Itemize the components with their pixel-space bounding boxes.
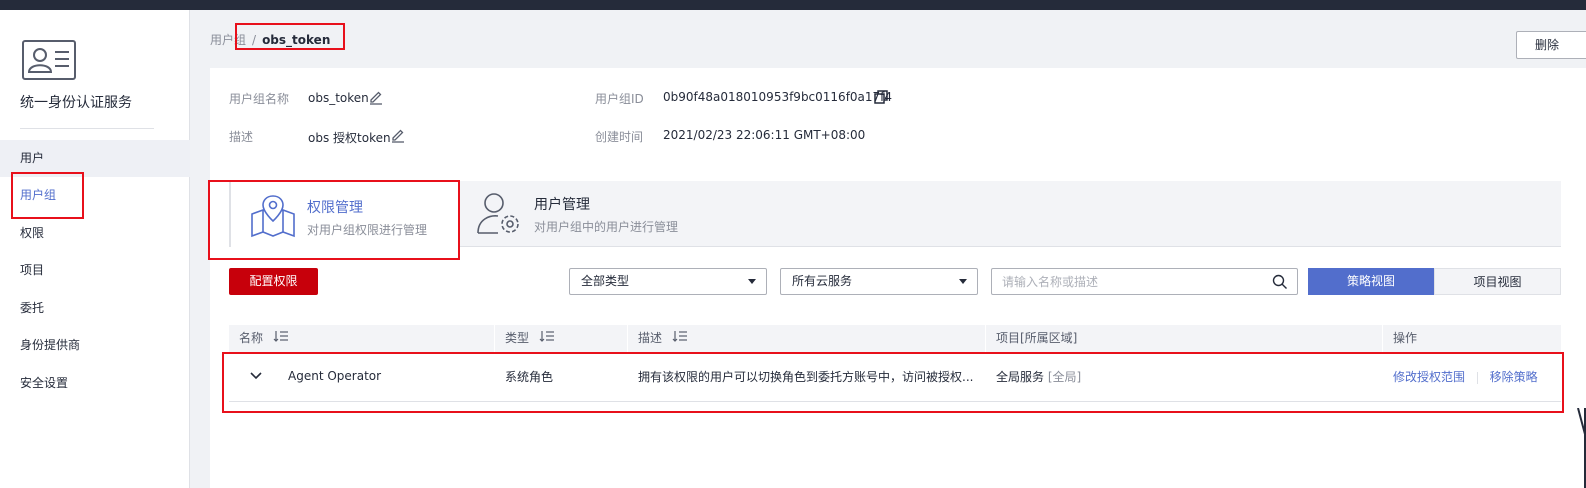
chevron-down-icon [748, 279, 756, 284]
sort-icon[interactable] [539, 325, 555, 352]
sidebar-item-user-groups[interactable]: 用户组 [0, 177, 190, 214]
breadcrumb-parent[interactable]: 用户组 [210, 33, 246, 47]
remove-policy-link[interactable]: 移除策略 [1490, 370, 1538, 384]
tab-user-title: 用户管理 [534, 197, 590, 213]
tab-permission-subtitle: 对用户组权限进行管理 [307, 223, 428, 237]
edit-description-icon[interactable] [390, 127, 406, 146]
column-type-label: 类型 [505, 331, 530, 345]
copy-icon[interactable] [873, 89, 889, 108]
tab-user-management[interactable]: 用户管理 对用户组中的用户进行管理 [459, 181, 699, 247]
service-select-value: 所有云服务 [792, 274, 853, 288]
tabs-bar: 权限管理 对用户组权限进行管理 用户管理 对用户组中的用户进行管理 [229, 181, 1561, 247]
type-select-value: 全部类型 [581, 274, 630, 288]
top-bar [0, 0, 1586, 10]
scrollbar-edge[interactable] [1566, 407, 1586, 488]
breadcrumb: 用户组 / obs_token [210, 31, 330, 48]
cell-name: Agent Operator [288, 369, 382, 383]
map-location-icon [249, 194, 297, 241]
tab-permission-management[interactable]: 权限管理 对用户组权限进行管理 [229, 181, 459, 247]
column-header-actions: 操作 [1383, 325, 1561, 352]
group-id-value: 0b90f48a018010953f9bc0116f0a17f4 [663, 90, 893, 104]
action-divider [1476, 371, 1478, 384]
sidebar-item-agencies[interactable]: 委托 [0, 290, 190, 327]
sidebar: 统一身份认证服务 用户 用户组 权限 项目 委托 身份提供商 安全设置 [0, 10, 190, 488]
project-view-button[interactable]: 项目视图 [1434, 268, 1561, 295]
sort-icon[interactable] [273, 325, 289, 352]
cell-description: 拥有该权限的用户可以切换角色到委托方账号中，访问被授权... [638, 370, 974, 384]
column-header-project: 项目[所属区域] [986, 325, 1383, 352]
table-row: Agent Operator 系统角色 拥有该权限的用户可以切换角色到委托方账号… [229, 352, 1561, 402]
group-id-label: 用户组ID [595, 92, 644, 106]
expand-chevron-icon[interactable] [249, 352, 269, 402]
created-time-label: 创建时间 [595, 130, 644, 144]
search-icon[interactable] [1272, 274, 1288, 293]
column-actions-label: 操作 [1393, 331, 1418, 345]
user-settings-icon [476, 191, 524, 240]
type-select[interactable]: 全部类型 [569, 268, 767, 295]
sidebar-item-permissions[interactable]: 权限 [0, 215, 190, 252]
app-title: 统一身份认证服务 [20, 95, 132, 111]
delete-button[interactable]: 删除 [1516, 31, 1586, 59]
column-name-label: 名称 [239, 331, 264, 345]
group-name-value: obs_token [308, 91, 369, 105]
modify-scope-link[interactable]: 修改授权范围 [1393, 370, 1465, 384]
tab-permission-title: 权限管理 [307, 200, 363, 216]
column-description-label: 描述 [638, 331, 663, 345]
cell-project-region: [全局] [1047, 370, 1082, 384]
cell-type: 系统角色 [505, 370, 554, 384]
edit-name-icon[interactable] [368, 89, 384, 108]
sidebar-divider [20, 128, 154, 129]
sidebar-item-identity-providers[interactable]: 身份提供商 [0, 327, 190, 364]
description-value: obs 授权token [308, 131, 391, 145]
chevron-down-icon [959, 279, 967, 284]
configure-permissions-button[interactable]: 配置权限 [229, 268, 318, 295]
search-box [991, 268, 1298, 295]
breadcrumb-current: obs_token [262, 33, 331, 47]
service-select[interactable]: 所有云服务 [780, 268, 978, 295]
created-time-value: 2021/02/23 22:06:11 GMT+08:00 [663, 128, 866, 142]
column-header-description[interactable]: 描述 [628, 325, 986, 352]
column-header-type[interactable]: 类型 [495, 325, 628, 352]
sidebar-item-security-settings[interactable]: 安全设置 [0, 365, 190, 402]
column-project-label: 项目[所属区域] [996, 331, 1078, 345]
policy-view-button[interactable]: 策略视图 [1308, 268, 1434, 295]
sort-icon[interactable] [672, 325, 688, 352]
tab-user-subtitle: 对用户组中的用户进行管理 [534, 220, 679, 234]
breadcrumb-separator: / [252, 33, 257, 47]
column-header-name[interactable]: 名称 [229, 325, 495, 352]
search-input[interactable] [1002, 273, 1262, 291]
table-header: 名称 类型 描述 项目[所属区域] 操作 [229, 325, 1561, 352]
cell-actions: 修改授权范围 移除策略 [1393, 352, 1561, 402]
description-label: 描述 [229, 130, 254, 144]
sidebar-item-users[interactable]: 用户 [0, 140, 190, 177]
sidebar-item-projects[interactable]: 项目 [0, 252, 190, 289]
id-card-icon [22, 40, 76, 80]
cell-project: 全局服务 [全局] [996, 352, 1376, 402]
group-name-label: 用户组名称 [229, 92, 290, 106]
cell-project-name: 全局服务 [996, 370, 1045, 384]
